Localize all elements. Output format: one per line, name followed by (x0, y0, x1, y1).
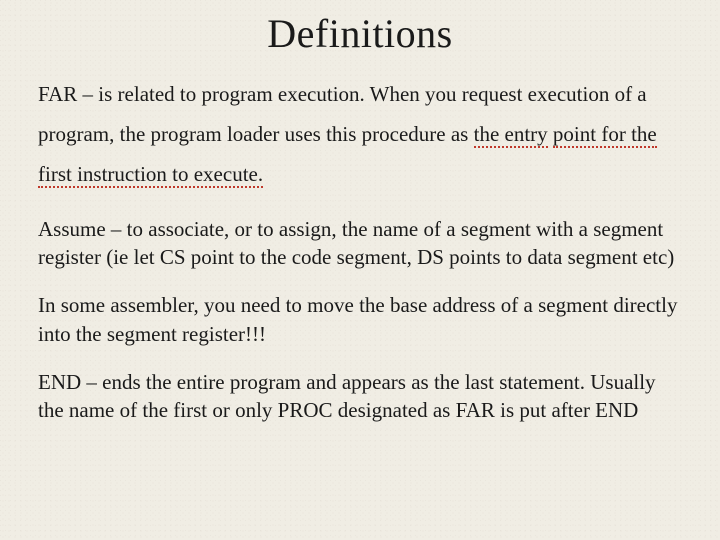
slide-content: Definitions FAR – is related to program … (0, 0, 720, 540)
definition-end: END – ends the entire program and appear… (38, 368, 682, 425)
definition-assume: Assume – to associate, or to assign, the… (38, 215, 682, 272)
grammar-error-1: the entry (474, 122, 548, 148)
slide-title: Definitions (38, 10, 682, 57)
definition-far: FAR – is related to program execution. W… (38, 75, 682, 195)
note-assembler: In some assembler, you need to move the … (38, 291, 682, 348)
